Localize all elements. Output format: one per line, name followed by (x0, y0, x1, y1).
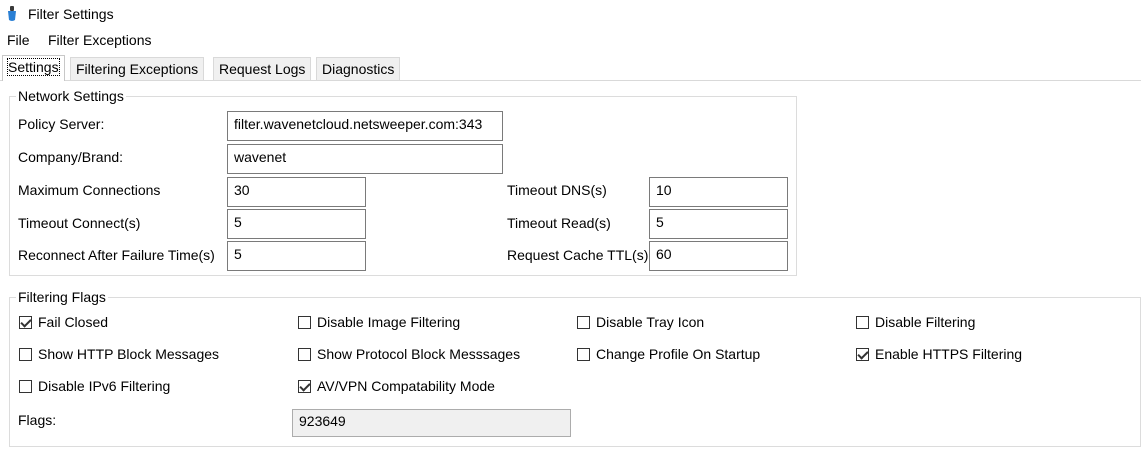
tab-diagnostics[interactable]: Diagnostics (316, 57, 401, 80)
flags-field[interactable]: 923649 (292, 409, 571, 437)
app-icon (8, 6, 16, 21)
checkbox-box[interactable] (298, 315, 311, 329)
change-profile-on-startup-checkbox[interactable]: Change Profile On Startup (577, 346, 760, 362)
timeout-connect-field[interactable]: 5 (227, 209, 366, 239)
menu-bar (0, 28, 1141, 52)
company-brand-label: Company/Brand: (18, 149, 124, 165)
max-connections-label: Maximum Connections (18, 182, 161, 198)
disable-image-filtering-checkbox[interactable]: Disable Image Filtering (298, 314, 460, 330)
company-brand-field[interactable]: wavenet (227, 144, 503, 174)
title-bar: Filter Settings (0, 0, 1141, 28)
disable-ipv6-filtering-checkbox[interactable]: Disable IPv6 Filtering (19, 378, 170, 394)
tab-filtering-exceptions-label: Filtering Exceptions (76, 61, 199, 77)
checkbox-box[interactable] (19, 379, 32, 393)
menu-file[interactable]: File (7, 32, 30, 48)
menu-filter-exceptions[interactable]: Filter Exceptions (48, 32, 151, 48)
max-connections-field[interactable]: 30 (227, 177, 366, 207)
network-settings-legend: Network Settings (16, 88, 126, 104)
disable-filtering-checkbox[interactable]: Disable Filtering (856, 314, 975, 330)
policy-server-label: Policy Server: (18, 116, 105, 132)
timeout-read-label: Timeout Read(s) (507, 215, 611, 231)
checkbox-box[interactable] (19, 347, 32, 361)
checkbox-label: Show Protocol Block Messsages (317, 346, 521, 362)
filtering-flags-legend: Filtering Flags (16, 289, 108, 305)
checkbox-label: Show HTTP Block Messages (38, 346, 220, 362)
timeout-dns-label: Timeout DNS(s) (507, 182, 607, 198)
fail-closed-checkbox[interactable]: Fail Closed (19, 314, 108, 330)
timeout-connect-label: Timeout Connect(s) (18, 215, 141, 231)
checkbox-label: Disable Tray Icon (596, 314, 705, 330)
checkbox-box[interactable] (856, 315, 869, 329)
checkbox-label: Change Profile On Startup (596, 346, 761, 362)
disable-tray-icon-checkbox[interactable]: Disable Tray Icon (577, 314, 704, 330)
policy-server-field[interactable]: filter.wavenetcloud.netsweeper.com:343 (227, 111, 503, 141)
reconnect-after-failure-label: Reconnect After Failure Time(s) (18, 247, 215, 263)
show-http-block-messages-checkbox[interactable]: Show HTTP Block Messages (19, 346, 219, 362)
tab-request-logs[interactable]: Request Logs (213, 57, 312, 80)
checkbox-label: Enable HTTPS Filtering (875, 346, 1023, 362)
checkbox-box[interactable] (298, 379, 311, 393)
checkbox-label: Disable Image Filtering (317, 314, 461, 330)
checkbox-label: AV/VPN Compatability Mode (317, 378, 495, 394)
timeout-read-field[interactable]: 5 (649, 209, 788, 239)
checkbox-label: Fail Closed (38, 314, 109, 330)
reconnect-after-failure-field[interactable]: 5 (227, 241, 366, 271)
tab-request-logs-label: Request Logs (219, 61, 306, 77)
av-vpn-compatability-mode-checkbox[interactable]: AV/VPN Compatability Mode (298, 378, 495, 394)
checkbox-box[interactable] (298, 347, 311, 361)
checkbox-box[interactable] (577, 347, 590, 361)
tab-settings-label: Settings (7, 58, 60, 76)
tab-diagnostics-label: Diagnostics (322, 61, 395, 77)
request-cache-ttl-field[interactable]: 60 (649, 241, 788, 271)
enable-https-filtering-checkbox[interactable]: Enable HTTPS Filtering (856, 346, 1022, 362)
window-title: Filter Settings (28, 6, 114, 22)
tab-settings[interactable]: Settings (2, 55, 65, 81)
request-cache-ttl-label: Request Cache TTL(s) (507, 247, 649, 263)
checkbox-label: Disable IPv6 Filtering (38, 378, 171, 394)
timeout-dns-field[interactable]: 10 (649, 177, 788, 207)
checkbox-box[interactable] (856, 347, 869, 361)
tab-strip-divider (0, 80, 1141, 81)
checkbox-label: Disable Filtering (875, 314, 976, 330)
tab-filtering-exceptions[interactable]: Filtering Exceptions (70, 57, 205, 80)
flags-label: Flags: (18, 412, 57, 428)
checkbox-box[interactable] (577, 315, 590, 329)
show-protocol-block-messages-checkbox[interactable]: Show Protocol Block Messsages (298, 346, 520, 362)
checkbox-box[interactable] (19, 315, 32, 329)
